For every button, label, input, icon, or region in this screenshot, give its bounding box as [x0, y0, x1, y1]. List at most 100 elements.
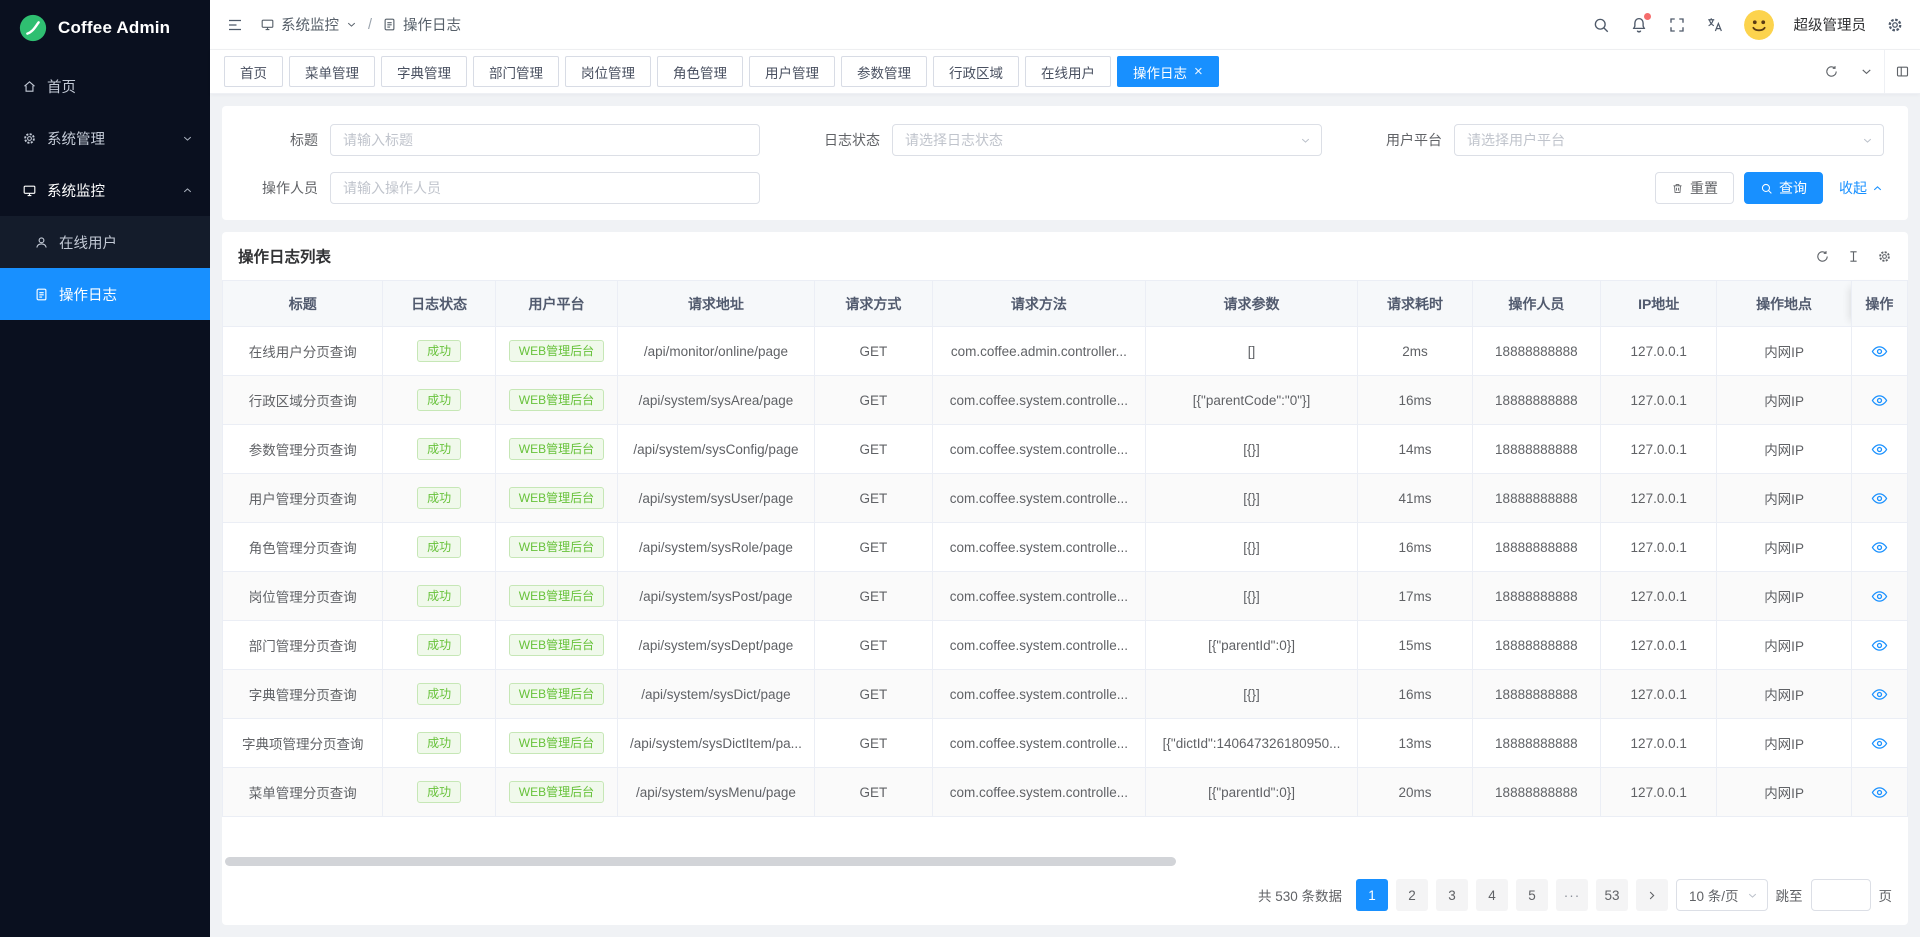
- column-header-status: 日志状态: [383, 281, 495, 327]
- cell-duration: 2ms: [1358, 327, 1472, 376]
- pager-page-1[interactable]: 1: [1356, 879, 1388, 911]
- operator-input[interactable]: [330, 172, 760, 204]
- status-tag: 成功: [417, 781, 461, 803]
- document-icon: [382, 17, 397, 32]
- sidebar-item-system-management[interactable]: 系统管理: [0, 112, 210, 164]
- log-status-select[interactable]: 请选择日志状态: [892, 124, 1322, 156]
- jump-page-input[interactable]: [1811, 879, 1871, 911]
- cell-operator: 18888888888: [1472, 670, 1600, 719]
- row-density-icon[interactable]: [1846, 249, 1861, 264]
- pager-page-5[interactable]: 5: [1516, 879, 1548, 911]
- pager-ellipsis[interactable]: ···: [1556, 879, 1588, 911]
- tab-label: 部门管理: [489, 62, 543, 82]
- breadcrumb-system-monitor[interactable]: 系统监控: [260, 14, 358, 35]
- title-input[interactable]: [330, 124, 760, 156]
- sidebar: Coffee Admin 首页 系统管理 系统监控 在线用户: [0, 0, 210, 937]
- view-detail-eye-icon[interactable]: [1871, 490, 1888, 507]
- fullscreen-icon[interactable]: [1668, 16, 1686, 34]
- menu-fold-icon[interactable]: [226, 16, 244, 34]
- layout-panel-icon[interactable]: [1884, 50, 1920, 93]
- cell-action: [1851, 376, 1907, 425]
- status-tag: 成功: [417, 585, 461, 607]
- cell-method: GET: [814, 376, 932, 425]
- view-detail-eye-icon[interactable]: [1871, 441, 1888, 458]
- refresh-icon[interactable]: [1814, 50, 1849, 93]
- view-detail-eye-icon[interactable]: [1871, 588, 1888, 605]
- column-header-func: 请求方法: [933, 281, 1146, 327]
- view-detail-eye-icon[interactable]: [1871, 784, 1888, 801]
- gear-icon[interactable]: [1886, 16, 1904, 34]
- table-row: 菜单管理分页查询成功WEB管理后台/api/system/sysMenu/pag…: [223, 768, 1908, 817]
- cell-platform: WEB管理后台: [495, 523, 617, 572]
- tab-item[interactable]: 用户管理: [749, 56, 835, 87]
- chevron-down-icon: [1299, 134, 1312, 147]
- cell-location: 内网IP: [1717, 425, 1851, 474]
- gear-icon: [22, 131, 37, 146]
- user-name[interactable]: 超级管理员: [1794, 14, 1867, 35]
- view-detail-eye-icon[interactable]: [1871, 735, 1888, 752]
- horizontal-scrollbar[interactable]: [225, 857, 1894, 867]
- table-tools: [1815, 249, 1892, 264]
- cell-ip: 127.0.0.1: [1601, 768, 1717, 817]
- tab-item[interactable]: 菜单管理: [289, 56, 375, 87]
- collapse-toggle[interactable]: 收起: [1839, 178, 1884, 198]
- cell-title: 字典项管理分页查询: [223, 719, 383, 768]
- column-settings-gear-icon[interactable]: [1877, 249, 1892, 264]
- cell-params: [{"parentId":0}]: [1145, 768, 1358, 817]
- sidebar-item-operation-log[interactable]: 操作日志: [0, 268, 210, 320]
- sidebar-item-home[interactable]: 首页: [0, 60, 210, 112]
- search-icon[interactable]: [1592, 16, 1610, 34]
- cell-url: /api/system/sysArea/page: [618, 376, 815, 425]
- cell-action: [1851, 621, 1907, 670]
- cell-method: GET: [814, 474, 932, 523]
- tab-item[interactable]: 角色管理: [657, 56, 743, 87]
- pagination: 共 530 条数据 12345···53 10 条/页 跳至 页: [222, 873, 1908, 925]
- cell-func: com.coffee.admin.controller...: [933, 327, 1146, 376]
- translate-icon[interactable]: [1706, 16, 1724, 34]
- tab-item[interactable]: 操作日志×: [1117, 56, 1219, 87]
- tab-label: 用户管理: [765, 62, 819, 82]
- search-button[interactable]: 查询: [1744, 172, 1823, 204]
- table-empty-space: [222, 817, 1908, 855]
- tab-item[interactable]: 参数管理: [841, 56, 927, 87]
- cell-location: 内网IP: [1717, 327, 1851, 376]
- chevron-down-icon[interactable]: [1849, 50, 1884, 93]
- filter-label-status: 日志状态: [808, 130, 880, 150]
- cell-action: [1851, 768, 1907, 817]
- platform-tag: WEB管理后台: [509, 340, 604, 362]
- pager-page-4[interactable]: 4: [1476, 879, 1508, 911]
- tab-item[interactable]: 岗位管理: [565, 56, 651, 87]
- view-detail-eye-icon[interactable]: [1871, 637, 1888, 654]
- reset-button[interactable]: 重置: [1655, 172, 1734, 204]
- table-row: 角色管理分页查询成功WEB管理后台/api/system/sysRole/pag…: [223, 523, 1908, 572]
- close-icon[interactable]: ×: [1194, 64, 1203, 79]
- avatar[interactable]: [1744, 10, 1774, 40]
- tab-item[interactable]: 行政区域: [933, 56, 1019, 87]
- cell-status: 成功: [383, 523, 495, 572]
- cell-title: 行政区域分页查询: [223, 376, 383, 425]
- scrollbar-thumb[interactable]: [225, 857, 1176, 866]
- tab-item[interactable]: 在线用户: [1025, 56, 1111, 87]
- cell-operator: 18888888888: [1472, 768, 1600, 817]
- sidebar-item-online-users[interactable]: 在线用户: [0, 216, 210, 268]
- pager-page-2[interactable]: 2: [1396, 879, 1428, 911]
- view-detail-eye-icon[interactable]: [1871, 539, 1888, 556]
- pager-page-3[interactable]: 3: [1436, 879, 1468, 911]
- refresh-icon[interactable]: [1815, 249, 1830, 264]
- pager-next-button[interactable]: [1636, 879, 1668, 911]
- view-detail-eye-icon[interactable]: [1871, 392, 1888, 409]
- user-platform-select[interactable]: 请选择用户平台: [1454, 124, 1884, 156]
- cell-operator: 18888888888: [1472, 474, 1600, 523]
- tab-item[interactable]: 字典管理: [381, 56, 467, 87]
- view-detail-eye-icon[interactable]: [1871, 686, 1888, 703]
- sidebar-item-system-monitor[interactable]: 系统监控: [0, 164, 210, 216]
- cell-params: [{}]: [1145, 670, 1358, 719]
- tab-item[interactable]: 部门管理: [473, 56, 559, 87]
- notifications-bell-icon[interactable]: [1630, 16, 1648, 34]
- tab-item[interactable]: 首页: [224, 56, 283, 87]
- view-detail-eye-icon[interactable]: [1871, 343, 1888, 360]
- chevron-up-icon: [181, 184, 194, 197]
- page-size-label: 10 条/页: [1689, 885, 1739, 905]
- page-size-select[interactable]: 10 条/页: [1676, 879, 1768, 911]
- pager-page-53[interactable]: 53: [1596, 879, 1628, 911]
